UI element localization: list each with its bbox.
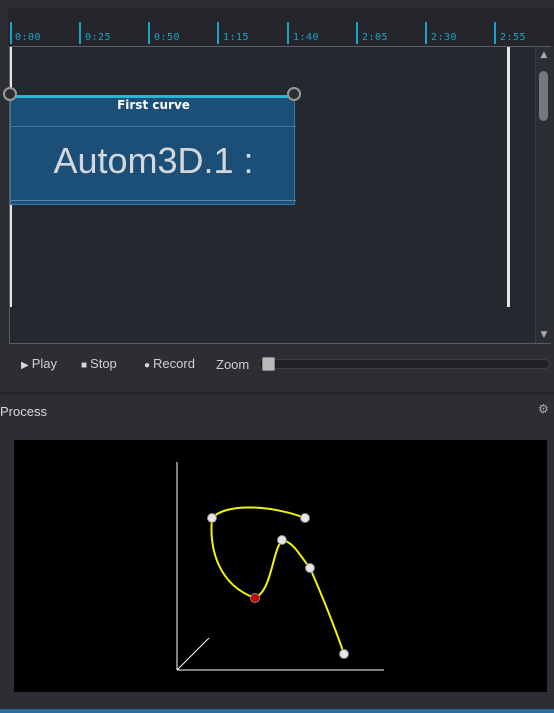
play-icon: ▶: [21, 360, 29, 371]
box-process-label: Autom3D.1 :: [53, 140, 254, 181]
record-label: Record: [153, 356, 195, 371]
curve-point[interactable]: [300, 513, 310, 523]
bottom-status-bar: [0, 709, 554, 713]
app-window: 0:00 0:25 0:50 1:15 1:40 2:05 2:30 2:55 …: [0, 0, 554, 713]
box-divider: [11, 126, 296, 127]
zoom-slider[interactable]: [258, 357, 550, 371]
scroll-up-icon[interactable]: ▲: [536, 49, 552, 61]
ruler-tick: [79, 22, 81, 44]
curve-point[interactable]: [277, 535, 287, 545]
stop-label: Stop: [90, 356, 117, 371]
record-icon: ●: [144, 360, 151, 371]
gear-icon[interactable]: ⚙: [538, 402, 549, 416]
ruler-tick-label: 0:50: [154, 32, 181, 43]
stop-button[interactable]: ■ Stop: [81, 356, 117, 371]
vertical-scrollbar[interactable]: ▲ ▼: [535, 47, 551, 343]
zoom-slider-handle[interactable]: [262, 357, 275, 371]
curve-point[interactable]: [339, 649, 349, 659]
process-box[interactable]: First curve Autom3D.1 :: [10, 95, 296, 205]
curve-editor-svg[interactable]: [14, 440, 547, 692]
play-button[interactable]: ▶ Play: [21, 356, 57, 371]
ruler-tick: [356, 22, 358, 44]
ruler-tick-label: 1:40: [293, 32, 320, 43]
automation-curve-segment[interactable]: [211, 506, 306, 519]
ruler-tick: [425, 22, 427, 44]
ruler-tick: [217, 22, 219, 44]
curve-point[interactable]: [305, 563, 315, 573]
timeline-ruler[interactable]: 0:00 0:25 0:50 1:15 1:40 2:05 2:30 2:55: [8, 8, 554, 46]
ruler-tick-label: 0:00: [15, 32, 42, 43]
ruler-tick-label: 2:05: [362, 32, 389, 43]
panel-title: Process: [0, 404, 47, 419]
end-marker[interactable]: [507, 47, 510, 307]
ruler-tick: [494, 22, 496, 44]
ruler-tick-label: 0:25: [85, 32, 112, 43]
ruler-tick-label: 2:55: [500, 32, 527, 43]
scrollbar-thumb[interactable]: [539, 71, 548, 121]
curve-point[interactable]: [207, 513, 217, 523]
box-start-handle[interactable]: [3, 87, 17, 101]
stop-icon: ■: [81, 360, 88, 371]
timeline-view[interactable]: First curve Autom3D.1 : ▲ ▼: [3, 46, 551, 344]
transport-bar: ▶ Play ■ Stop ● Record Zoom: [0, 350, 554, 378]
box-title: First curve: [117, 98, 190, 112]
zoom-label: Zoom: [216, 357, 250, 372]
play-label: Play: [31, 356, 57, 371]
ruler-tick: [148, 22, 150, 44]
ruler-tick: [287, 22, 289, 44]
box-bottom-edge: [11, 200, 296, 201]
z-axis-line: [176, 637, 210, 671]
box-end-handle[interactable]: [287, 87, 301, 101]
ruler-tick-label: 2:30: [431, 32, 458, 43]
process-panel-header: Process ⚙: [0, 400, 554, 422]
panel-divider[interactable]: [0, 392, 554, 394]
selected-curve-point[interactable]: [250, 593, 260, 603]
record-button[interactable]: ● Record: [144, 356, 195, 371]
ruler-tick: [10, 22, 12, 44]
scroll-down-icon[interactable]: ▼: [536, 329, 552, 341]
ruler-tick-label: 1:15: [223, 32, 250, 43]
curve-editor-canvas[interactable]: [14, 440, 547, 692]
